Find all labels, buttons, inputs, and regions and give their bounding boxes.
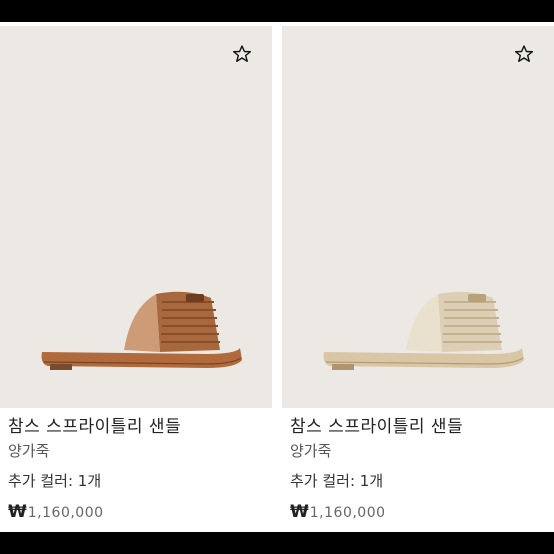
- product-card[interactable]: 참스 스프라이틀리 샌들 양가죽 추가 컬러: 1개 ₩1,160,000: [282, 22, 554, 532]
- favorite-star-icon[interactable]: [230, 42, 254, 66]
- product-name[interactable]: 참스 스프라이틀리 샌들: [8, 412, 181, 437]
- product-grid: 참스 스프라이틀리 샌들 양가죽 추가 컬러: 1개 ₩1,160,000 참스…: [0, 22, 554, 532]
- additional-colors-label: 추가 컬러: 1개: [8, 472, 102, 490]
- price-amount: 1,160,000: [27, 505, 104, 521]
- price-amount: 1,160,000: [309, 505, 386, 521]
- currency-symbol: ₩: [290, 502, 309, 522]
- product-material: 양가죽: [290, 442, 332, 460]
- sandal-illustration: [41, 291, 242, 370]
- product-name[interactable]: 참스 스프라이틀리 샌들: [290, 412, 463, 437]
- currency-symbol: ₩: [8, 502, 27, 522]
- favorite-star-icon[interactable]: [512, 42, 536, 66]
- product-card[interactable]: 참스 스프라이틀리 샌들 양가죽 추가 컬러: 1개 ₩1,160,000: [0, 22, 272, 532]
- additional-colors-label: 추가 컬러: 1개: [290, 472, 384, 490]
- product-material: 양가죽: [8, 442, 50, 460]
- product-price: ₩1,160,000: [290, 502, 386, 522]
- product-image[interactable]: [282, 26, 554, 408]
- product-price: ₩1,160,000: [8, 502, 104, 522]
- sandal-illustration: [323, 291, 524, 370]
- product-image[interactable]: [0, 26, 272, 408]
